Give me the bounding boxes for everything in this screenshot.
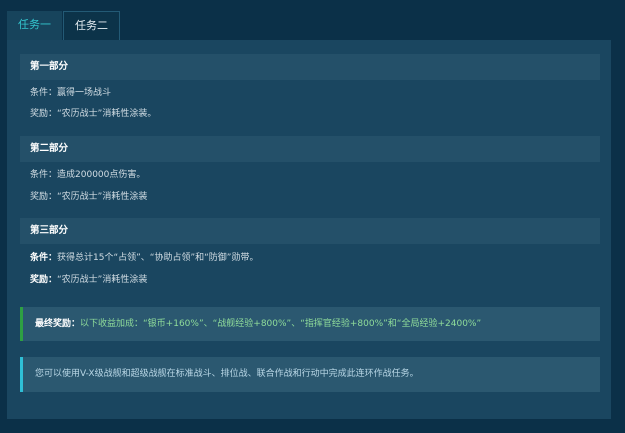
condition-value: 赢得一场战斗 xyxy=(57,88,112,98)
section-3-reward: 奖励：“农历战士”消耗性涂装 xyxy=(30,273,147,287)
final-reward-callout: 最终奖励：以下收益加成：“银币+160%”、“战舰经验+800%”、“指挥官经验… xyxy=(20,307,600,341)
reward-label: 奖励： xyxy=(30,109,58,119)
section-1-reward: 奖励：“农历战士”消耗性涂装。 xyxy=(30,107,156,121)
section-3-condition: 条件：获得总计15个“占领”、“协助占领”和“防御”勋带。 xyxy=(30,251,258,265)
reward-value: “农历战士”消耗性涂装。 xyxy=(57,109,157,119)
tab-bar: 任务一 任务二 xyxy=(7,11,121,40)
section-2-title: 第二部分 xyxy=(20,136,600,162)
task-panel: 第一部分 条件：赢得一场战斗 奖励：“农历战士”消耗性涂装。 第二部分 条件：造… xyxy=(7,40,611,419)
section-1-title: 第一部分 xyxy=(20,54,600,80)
section-3-title: 第三部分 xyxy=(20,218,600,244)
info-note: 您可以使用V-X级战舰和超级战舰在标准战斗、排位战、联合作战和行动中完成此连环作… xyxy=(20,357,600,392)
reward-label: 奖励： xyxy=(30,275,58,285)
final-reward-label: 最终奖励： xyxy=(35,319,81,329)
condition-label: 条件： xyxy=(30,253,58,263)
condition-value: 造成200000点伤害。 xyxy=(57,170,146,180)
section-2-reward: 奖励：“农历战士”消耗性涂装 xyxy=(30,190,147,204)
reward-label: 奖励： xyxy=(30,192,58,202)
condition-label: 条件： xyxy=(30,170,58,180)
condition-value: 获得总计15个“占领”、“协助占领”和“防御”勋带。 xyxy=(57,253,259,263)
condition-label: 条件： xyxy=(30,88,58,98)
section-2-condition: 条件：造成200000点伤害。 xyxy=(30,168,145,182)
tab-task-2[interactable]: 任务二 xyxy=(63,11,120,40)
section-1-condition: 条件：赢得一场战斗 xyxy=(30,86,111,100)
reward-value: “农历战士”消耗性涂装 xyxy=(57,275,148,285)
reward-value: “农历战士”消耗性涂装 xyxy=(57,192,148,202)
tab-task-1[interactable]: 任务一 xyxy=(7,11,62,40)
final-reward-text: 以下收益加成：“银币+160%”、“战舰经验+800%”、“指挥官经验+800%… xyxy=(80,319,482,329)
